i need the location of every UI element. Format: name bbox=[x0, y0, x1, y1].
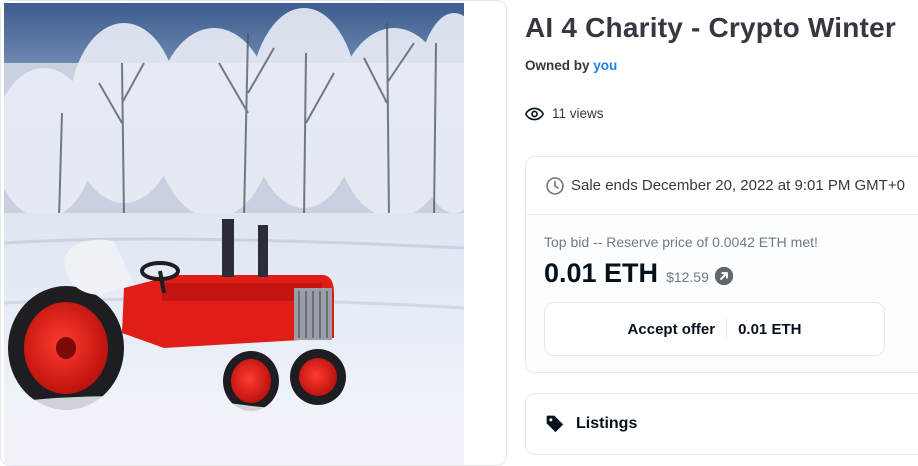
sale-end-text: Sale ends December 20, 2022 at 9:01 PM G… bbox=[571, 177, 905, 194]
nft-image-frame[interactable] bbox=[0, 0, 507, 466]
sale-body: Top bid -- Reserve price of 0.0042 ETH m… bbox=[526, 215, 918, 372]
listings-label: Listings bbox=[576, 415, 638, 432]
tag-icon bbox=[546, 415, 564, 433]
accept-offer-amount: 0.01 ETH bbox=[738, 320, 802, 338]
owner-link[interactable]: you bbox=[593, 58, 617, 73]
price-usd: $12.59 bbox=[666, 268, 709, 285]
views-count: 11 views bbox=[525, 106, 604, 121]
eye-icon bbox=[525, 107, 544, 120]
price-row: 0.01 ETH $12.59 bbox=[544, 258, 918, 289]
button-divider bbox=[726, 319, 728, 339]
clock-icon bbox=[546, 176, 564, 195]
nft-title: AI 4 Charity - Crypto Winter bbox=[525, 12, 896, 43]
price-eth: 0.01 ETH bbox=[544, 258, 659, 288]
owned-by-label: Owned by bbox=[525, 58, 590, 73]
nft-artwork-image[interactable] bbox=[4, 3, 464, 465]
views-text: 11 views bbox=[552, 106, 604, 121]
accept-offer-button[interactable]: Accept offer 0.01 ETH bbox=[544, 302, 885, 356]
sale-panel: Sale ends December 20, 2022 at 9:01 PM G… bbox=[525, 156, 918, 373]
arrow-up-right-icon[interactable] bbox=[714, 266, 734, 286]
accept-offer-label: Accept offer bbox=[627, 320, 716, 338]
top-bid-text: Top bid -- Reserve price of 0.0042 ETH m… bbox=[544, 234, 818, 250]
owner-line: Owned by you bbox=[525, 58, 617, 73]
sale-end-header: Sale ends December 20, 2022 at 9:01 PM G… bbox=[526, 157, 918, 215]
listings-section-toggle[interactable]: Listings bbox=[525, 393, 918, 455]
